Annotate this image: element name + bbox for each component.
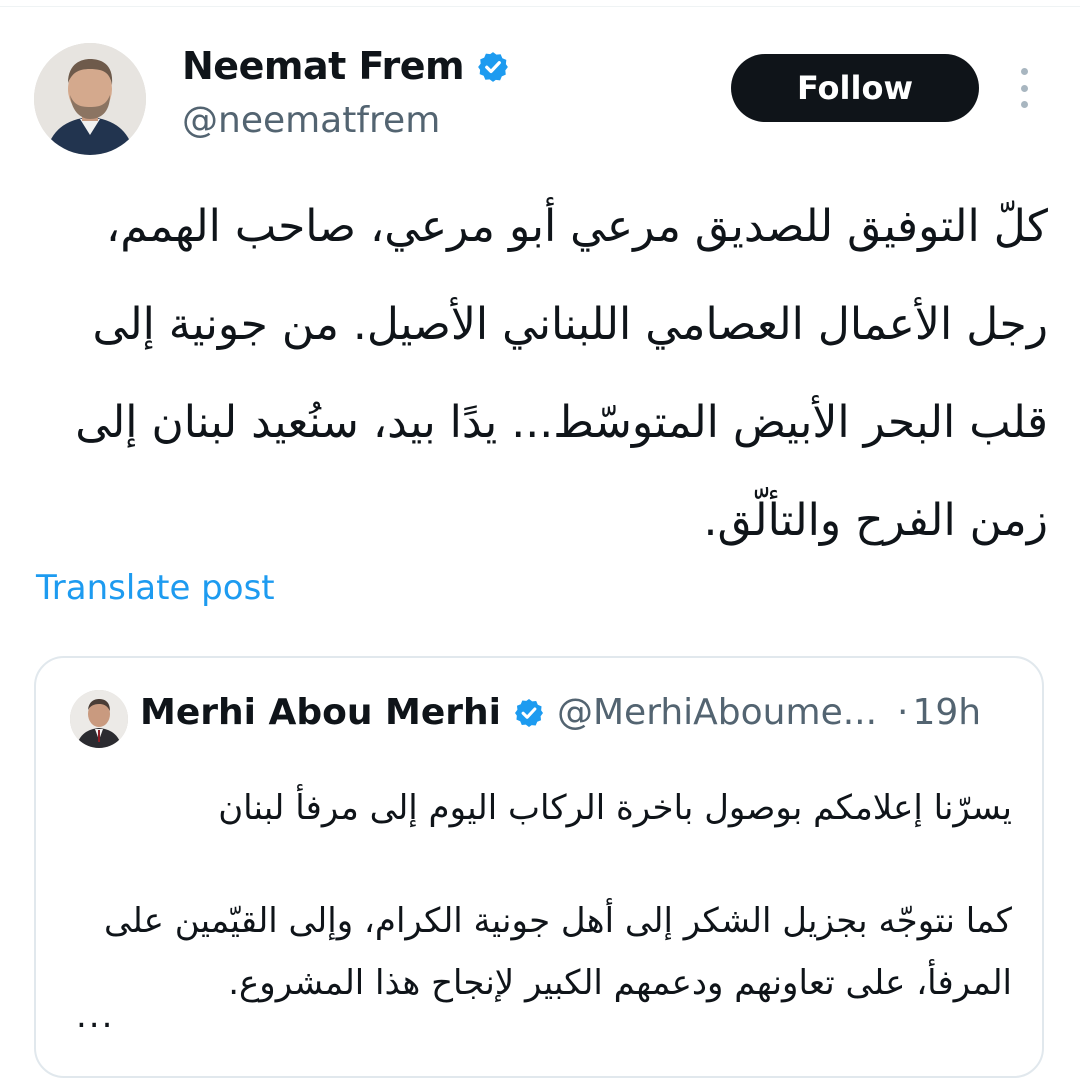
quoted-post-header: Merhi Abou Merhi @MerhiAboume... · 19h <box>140 692 1020 733</box>
post-text: كلّ التوفيق للصديق مرعي أبو مرعي، صاحب ا… <box>75 201 1048 546</box>
quoted-author-avatar-image <box>70 690 128 748</box>
quoted-author-avatar[interactable] <box>70 690 128 748</box>
quoted-post-text-line1: يسرّنا إعلامكم بوصول باخرة الركاب اليوم … <box>218 788 1012 828</box>
follow-button[interactable]: Follow <box>731 54 979 122</box>
author-name[interactable]: Neemat Frem <box>182 44 465 88</box>
author-name-row[interactable]: Neemat Frem <box>182 44 510 88</box>
quoted-post-text-line2: كما نتوجّه بجزيل الشكر إلى أهل جونية الك… <box>104 901 1012 1003</box>
verified-badge-icon[interactable] <box>476 49 510 83</box>
translate-post-link[interactable]: Translate post <box>36 568 275 608</box>
author-avatar[interactable] <box>34 43 146 155</box>
meta-separator: · <box>897 692 909 733</box>
quoted-author-name[interactable]: Merhi Abou Merhi <box>140 692 501 733</box>
quoted-author-handle[interactable]: @MerhiAboume... <box>557 692 877 733</box>
quoted-post-truncation: ... <box>76 996 115 1036</box>
top-divider <box>0 6 1080 7</box>
quoted-post-timestamp[interactable]: 19h <box>913 692 982 733</box>
author-handle[interactable]: @neematfrem <box>182 100 440 141</box>
quoted-post-card[interactable]: Merhi Abou Merhi @MerhiAboume... · 19h ي… <box>34 656 1044 1078</box>
author-avatar-image <box>34 43 146 155</box>
verified-badge-icon[interactable] <box>513 697 545 729</box>
more-vertical-icon[interactable] <box>1006 68 1042 108</box>
